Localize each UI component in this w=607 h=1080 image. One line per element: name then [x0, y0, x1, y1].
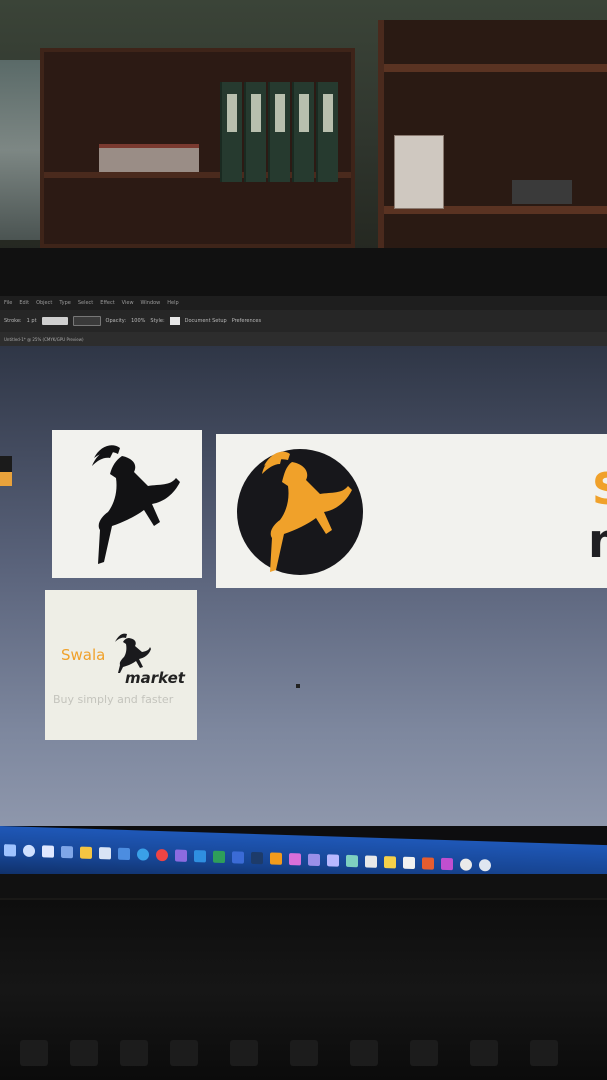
menu-object[interactable]: Object — [36, 300, 52, 306]
aftereffects-icon[interactable] — [327, 854, 339, 867]
stroke-label: Stroke: — [4, 318, 22, 324]
keyboard-key — [410, 1040, 438, 1066]
network-icon[interactable] — [479, 859, 491, 872]
xd-icon[interactable] — [289, 853, 301, 866]
keyboard-key — [530, 1040, 558, 1066]
edge-icon[interactable] — [137, 848, 149, 861]
menu-select[interactable]: Select — [78, 300, 93, 306]
desk-device — [512, 180, 572, 204]
keyboard-key — [350, 1040, 378, 1066]
excel-icon[interactable] — [213, 850, 225, 864]
keyboard-key — [70, 1040, 98, 1066]
brand-word-market: market — [588, 514, 607, 569]
bookshelf-left — [40, 48, 355, 248]
tool-panel-edge[interactable] — [0, 456, 12, 486]
preferences-button[interactable]: Preferences — [232, 318, 261, 324]
brush-dropdown[interactable] — [72, 316, 101, 326]
small-gazelle-icon — [115, 633, 151, 673]
menu-effect[interactable]: Effect — [100, 300, 114, 306]
word-icon[interactable] — [232, 851, 244, 864]
opacity-label: Opacity: — [105, 318, 127, 324]
uniform-dropdown[interactable] — [41, 317, 68, 325]
illustrator-icon[interactable] — [270, 852, 282, 865]
gazelle-circle-emblem — [237, 449, 363, 575]
mouse-cursor — [296, 684, 300, 688]
app-menubar: File Edit Object Type Select Effect View… — [0, 296, 607, 310]
photoshop-icon[interactable] — [251, 851, 263, 865]
menu-edit[interactable]: Edit — [19, 300, 29, 306]
stroke-value[interactable]: 1 pt — [27, 318, 37, 324]
menu-type[interactable]: Type — [59, 300, 70, 306]
windows-taskbar — [0, 826, 607, 874]
brand-word-swala: Swala — [592, 464, 607, 515]
menu-view[interactable]: View — [122, 300, 134, 306]
document-tab-label: Untitled-1* @ 25% (CMYK/GPU Preview) — [4, 336, 84, 342]
powerpoint-icon[interactable] — [441, 857, 453, 871]
keyboard-key — [120, 1040, 148, 1066]
notepad-icon[interactable] — [403, 856, 415, 870]
opacity-value[interactable]: 100% — [131, 318, 145, 324]
logo-tagline: Buy simply and faster — [53, 693, 174, 706]
cortana-icon[interactable] — [42, 845, 54, 858]
menu-help[interactable]: Help — [167, 300, 178, 306]
visual-studio-icon[interactable] — [175, 849, 187, 862]
keyboard-key — [470, 1040, 498, 1066]
onenote-icon[interactable] — [422, 857, 434, 870]
settings-icon[interactable] — [460, 858, 472, 871]
gazelle-icon — [92, 445, 180, 564]
small-brand-word-market: market — [125, 669, 185, 687]
premiere-icon[interactable] — [308, 853, 320, 867]
bookshelf-right — [378, 20, 607, 252]
paper-bundle — [99, 144, 199, 172]
product-box — [394, 135, 444, 209]
artboard-main-logo[interactable]: Swala market — [216, 434, 607, 588]
document-setup-button[interactable]: Document Setup — [185, 318, 227, 324]
mail-icon[interactable] — [118, 847, 130, 861]
small-brand-word-swala: Swala — [61, 646, 106, 664]
file-explorer-icon[interactable] — [80, 846, 92, 859]
keyboard-key — [20, 1040, 48, 1066]
task-view-icon[interactable] — [61, 845, 73, 859]
style-label: Style: — [150, 318, 165, 324]
paper-stack — [0, 60, 44, 240]
keyboard-key — [230, 1040, 258, 1066]
control-bar: Stroke: 1 pt Opacity: 100% Style: Docume… — [0, 310, 607, 332]
acrobat-icon[interactable] — [365, 855, 377, 868]
style-swatch[interactable] — [169, 317, 180, 325]
chrome-icon[interactable] — [156, 848, 168, 862]
keyboard-key — [170, 1040, 198, 1066]
artboard-canvas[interactable]: Swala market Swala market Buy simply and… — [0, 346, 607, 826]
audition-icon[interactable] — [346, 854, 358, 868]
artboard-small-logo[interactable]: Swala market Buy simply and faster — [45, 590, 197, 740]
vscode-icon[interactable] — [194, 850, 206, 863]
artboard-gazelle-icon[interactable] — [52, 430, 202, 578]
search-icon[interactable] — [23, 844, 35, 858]
menu-window[interactable]: Window — [141, 300, 161, 306]
menu-file[interactable]: File — [4, 300, 12, 306]
document-tab[interactable]: Untitled-1* @ 25% (CMYK/GPU Preview) — [0, 332, 607, 346]
media-player-icon[interactable] — [384, 856, 396, 869]
start-icon[interactable] — [4, 844, 16, 857]
keyboard-key — [290, 1040, 318, 1066]
store-icon[interactable] — [99, 847, 111, 860]
laptop-screen: File Edit Object Type Select Effect View… — [0, 296, 607, 874]
